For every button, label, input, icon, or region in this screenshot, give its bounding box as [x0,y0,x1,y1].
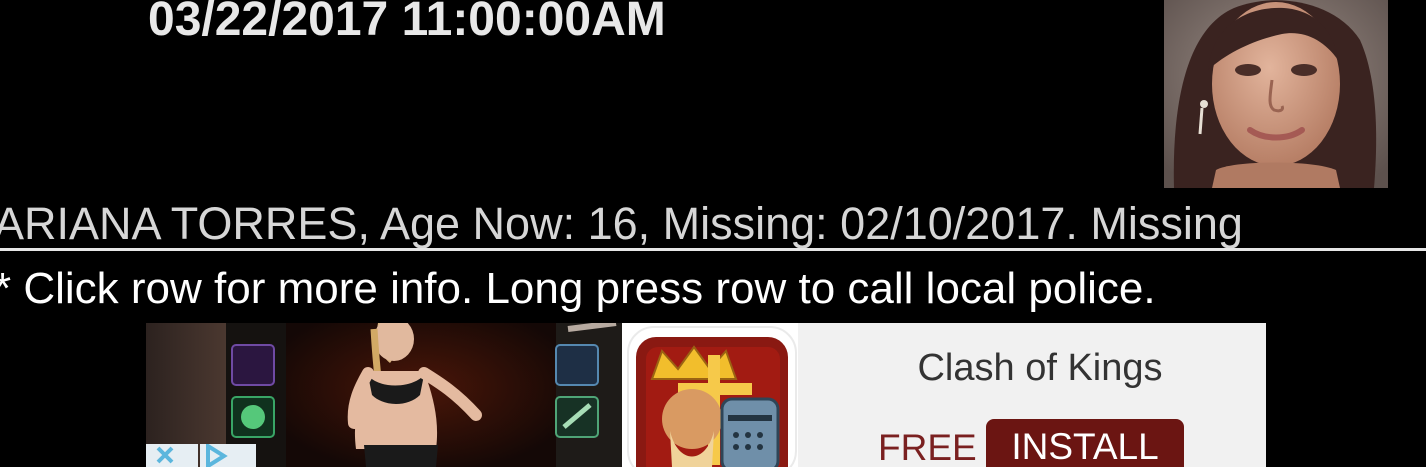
ad-banner[interactable]: Clash of Kings FREE INSTALL [146,323,1266,467]
adchoices-bar[interactable] [146,444,256,467]
missing-person-photo[interactable] [1164,0,1388,188]
alert-date-time: 03/22/2017 11:00:00AM [148,0,666,46]
ad-free-label: FREE [878,427,977,467]
usage-hint: * Click row for more info. Long press ro… [0,264,1156,313]
install-button[interactable]: INSTALL [986,419,1184,467]
game-banner[interactable] [146,323,622,467]
missing-person-row[interactable]: ARIANA TORRES, Age Now: 16, Missing: 02/… [0,196,1426,252]
ad-info-panel[interactable]: Clash of Kings FREE INSTALL [622,323,1266,467]
clash-of-kings-app-icon[interactable] [622,323,798,467]
ad-app-title: Clash of Kings [917,347,1163,389]
row-divider [0,248,1426,251]
